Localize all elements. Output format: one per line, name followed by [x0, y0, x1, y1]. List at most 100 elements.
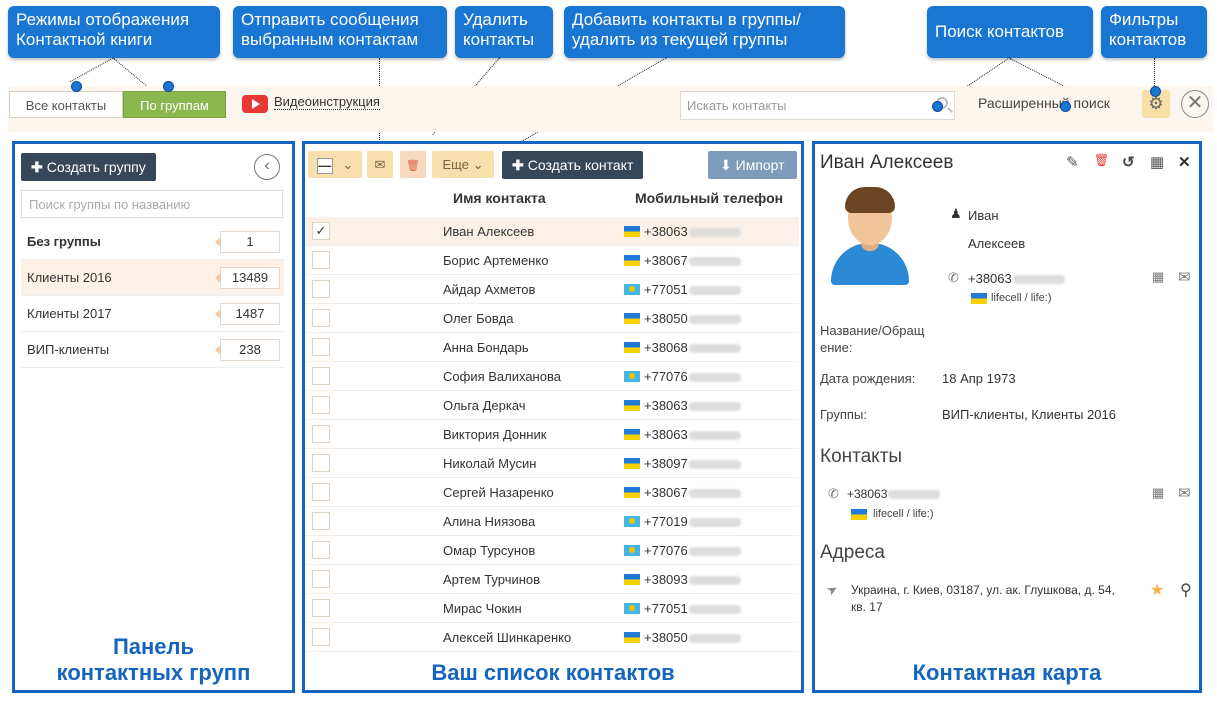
contacts-phone-number: +38063	[847, 487, 888, 501]
row-checkbox[interactable]	[312, 338, 330, 356]
send-message-button[interactable]: ✉	[367, 151, 393, 178]
contact-row[interactable]: Борис Артеменко +38067	[305, 246, 799, 275]
contact-name[interactable]: Виктория Донник	[443, 427, 546, 442]
youtube-icon[interactable]	[242, 95, 268, 113]
row-checkbox[interactable]: ✓	[312, 222, 330, 240]
mail-icon[interactable]: ✉	[1178, 484, 1191, 502]
contact-row[interactable]: Омар Турсунов +77076	[305, 536, 799, 565]
map-pin-icon[interactable]: ⚲	[1180, 580, 1192, 600]
contact-row[interactable]: Алексей Шинкаренко +38050	[305, 623, 799, 652]
contact-row[interactable]: Сергей Назаренко +38067	[305, 478, 799, 507]
contact-name[interactable]: Иван Алексеев	[443, 224, 534, 239]
row-checkbox[interactable]	[312, 512, 330, 530]
advanced-search-link[interactable]: Расширенный поиск	[978, 95, 1110, 111]
contact-name[interactable]: Анна Бондарь	[443, 340, 529, 355]
blurred-digits	[688, 286, 741, 296]
contact-row[interactable]: Олег Бовда +38050	[305, 304, 799, 333]
contact-name[interactable]: Артем Турчинов	[443, 572, 540, 587]
contact-phone-number: +77051	[644, 601, 688, 616]
select-all-dropdown[interactable]: — ⌄	[308, 151, 362, 178]
row-checkbox[interactable]	[312, 309, 330, 327]
contact-row[interactable]: Айдар Ахметов +77051	[305, 275, 799, 304]
contact-row[interactable]: Николай Мусин +38097	[305, 449, 799, 478]
create-group-button[interactable]: ✚ Создать группу	[21, 153, 156, 181]
column-header-name[interactable]: Имя контакта	[453, 190, 546, 206]
contact-name[interactable]: Омар Турсунов	[443, 543, 535, 558]
group-item[interactable]: ВИП-клиенты 238	[21, 332, 284, 368]
group-count-badge: 238	[215, 339, 280, 361]
video-instruction-link[interactable]: Видеоинструкция	[274, 94, 380, 110]
contact-name[interactable]: София Валиханова	[443, 369, 561, 384]
row-checkbox[interactable]	[312, 367, 330, 385]
mode-all-contacts-button[interactable]: Все контакты	[9, 91, 123, 118]
row-checkbox[interactable]	[312, 599, 330, 617]
group-list: Без группы 1 Клиенты 2016 13489 Клиенты 2017…	[21, 224, 284, 374]
row-checkbox[interactable]	[312, 280, 330, 298]
chevron-down-icon: ⌄	[472, 157, 484, 172]
contact-row[interactable]: Мирас Чокин +77051	[305, 594, 799, 623]
mode-by-groups-button[interactable]: По группам	[123, 91, 226, 118]
import-button[interactable]: ⬇ Импорт	[708, 151, 797, 179]
row-checkbox[interactable]	[312, 570, 330, 588]
contact-phone: +38067	[644, 253, 741, 268]
contact-search-input[interactable]: Искать контакты	[680, 91, 955, 120]
edit-icon[interactable]: ✎	[1066, 153, 1079, 171]
contact-row[interactable]: Артем Турчинов +38093	[305, 565, 799, 594]
blurred-digits	[688, 257, 741, 267]
more-actions-dropdown[interactable]: Еще ⌄	[432, 151, 494, 178]
callout-groups: Добавить контакты в группы/ удалить из т…	[564, 6, 845, 58]
group-count-badge: 1487	[215, 303, 280, 325]
card-phone[interactable]: +38063	[968, 270, 1065, 287]
trash-icon[interactable]: 🗑	[1094, 153, 1109, 167]
row-checkbox[interactable]	[312, 454, 330, 472]
contact-name[interactable]: Олег Бовда	[443, 311, 513, 326]
contact-name[interactable]: Алексей Шинкаренко	[443, 630, 571, 645]
plus-icon: ✚	[31, 159, 43, 175]
row-checkbox[interactable]	[312, 541, 330, 559]
card-first-name: Иван	[968, 208, 999, 223]
row-checkbox[interactable]	[312, 483, 330, 501]
contact-name[interactable]: Мирас Чокин	[443, 601, 522, 616]
contact-name[interactable]: Алина Ниязова	[443, 514, 535, 529]
qr-code-icon[interactable]: ▦	[1152, 269, 1164, 285]
contact-name[interactable]: Николай Мусин	[443, 456, 536, 471]
contact-name[interactable]: Айдар Ахметов	[443, 282, 535, 297]
qr-code-icon[interactable]: ▦	[1152, 485, 1164, 501]
contact-name[interactable]: Борис Артеменко	[443, 253, 548, 268]
history-icon[interactable]: ↺	[1122, 153, 1135, 171]
row-checkbox[interactable]	[312, 628, 330, 646]
contact-phone: +38097	[644, 456, 741, 471]
row-checkbox[interactable]	[312, 396, 330, 414]
contact-list: ✓ Иван Алексеев +38063 Борис Артеменко +3806…	[305, 217, 799, 657]
column-header-phone[interactable]: Мобильный телефон	[635, 190, 783, 206]
contact-name[interactable]: Сергей Назаренко	[443, 485, 554, 500]
contact-row[interactable]: Анна Бондарь +38068	[305, 333, 799, 362]
qr-code-icon[interactable]: ▦	[1150, 153, 1164, 171]
contact-row[interactable]: Алина Ниязова +77019	[305, 507, 799, 536]
group-item[interactable]: Клиенты 2017 1487	[21, 296, 284, 332]
star-icon[interactable]: ★	[1150, 580, 1164, 600]
contact-row[interactable]: Виктория Донник +38063	[305, 420, 799, 449]
mail-icon: ✉	[374, 157, 386, 172]
contact-row[interactable]: София Валиханова +77076	[305, 362, 799, 391]
row-checkbox[interactable]	[312, 251, 330, 269]
collapse-panel-button[interactable]: ‹	[254, 154, 280, 180]
delete-contacts-button[interactable]: 🗑	[400, 151, 426, 178]
mail-icon[interactable]: ✉	[1178, 268, 1191, 286]
contacts-section-title: Контакты	[820, 446, 903, 467]
close-icon[interactable]: ✕	[1178, 153, 1191, 171]
import-label: Импорт	[735, 157, 785, 173]
contacts-phone[interactable]: +38063	[847, 486, 941, 503]
select-all-checkbox[interactable]: —	[316, 157, 333, 174]
contact-row[interactable]: ✓ Иван Алексеев +38063	[305, 217, 799, 246]
group-item[interactable]: Без группы 1	[21, 224, 284, 260]
contact-row[interactable]: Ольга Деркач +38063	[305, 391, 799, 420]
group-item[interactable]: Клиенты 2016 13489	[21, 260, 284, 296]
create-contact-button[interactable]: ✚ Создать контакт	[502, 151, 644, 179]
row-checkbox[interactable]	[312, 425, 330, 443]
contact-name[interactable]: Ольга Деркач	[443, 398, 526, 413]
group-search-input[interactable]: Поиск группы по названию	[21, 190, 283, 218]
group-name: Без группы	[27, 234, 101, 249]
close-button[interactable]: ✕	[1181, 90, 1209, 118]
callout-anchor-dot	[1060, 101, 1071, 112]
